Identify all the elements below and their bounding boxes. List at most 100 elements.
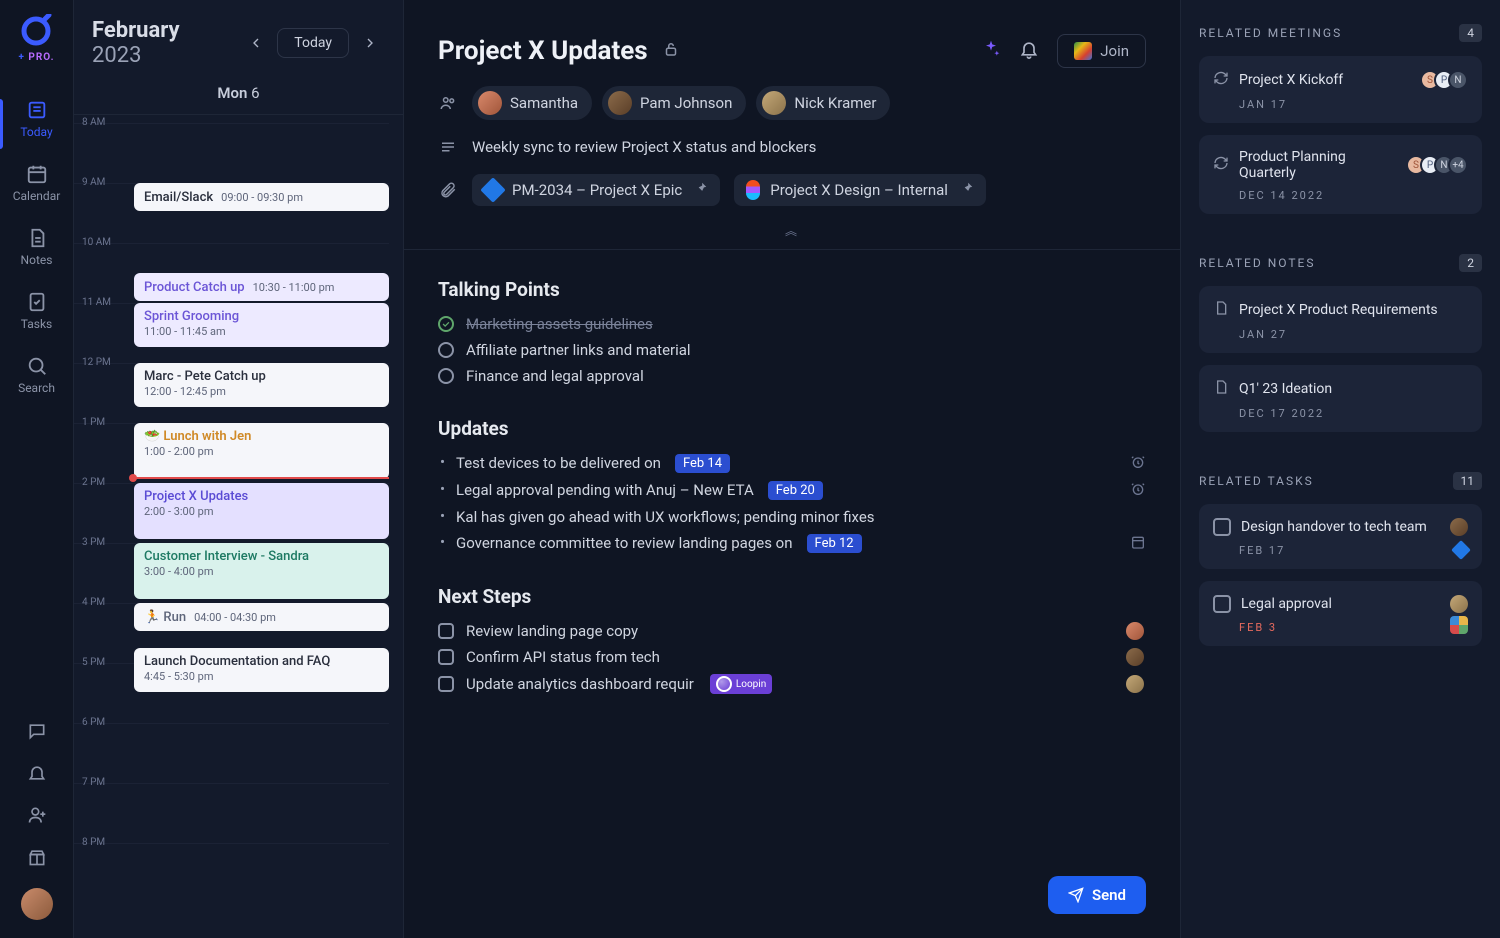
mini-avatar: +4 <box>1448 155 1468 175</box>
calendar-event[interactable]: Marc - Pete Catch up12:00 - 12:45 pm <box>134 363 389 407</box>
hour-label: 4 PM <box>82 597 105 608</box>
search-icon <box>26 355 48 377</box>
prev-day-button[interactable] <box>241 28 271 58</box>
invite-icon[interactable] <box>26 804 48 826</box>
sidebar-item-today[interactable]: Today <box>0 87 74 151</box>
hour-label: 7 PM <box>82 777 105 788</box>
description-icon <box>438 138 458 156</box>
sidebar-item-label: Search <box>18 381 55 395</box>
calendar-event[interactable]: Email/Slack09:00 - 09:30 pm <box>134 183 389 211</box>
now-indicator <box>134 477 389 479</box>
hour-label: 6 PM <box>82 717 105 728</box>
jira-icon <box>480 177 505 202</box>
task-checkbox[interactable] <box>438 649 454 665</box>
pin-icon[interactable] <box>960 181 974 199</box>
today-button[interactable]: Today <box>277 28 349 58</box>
gift-icon[interactable] <box>26 846 48 868</box>
hour-label: 3 PM <box>82 537 105 548</box>
next-day-button[interactable] <box>355 28 385 58</box>
next-step-item: Update analytics dashboard requirLoopin <box>438 670 1146 698</box>
calendar-event[interactable]: Customer Interview - Sandra3:00 - 4:00 p… <box>134 543 389 599</box>
assignee-avatar[interactable] <box>1126 622 1144 640</box>
sidebar-item-label: Today <box>20 125 52 139</box>
today-icon <box>26 99 48 121</box>
avatar <box>478 91 502 115</box>
hour-label: 11 AM <box>82 297 111 308</box>
related-note-card[interactable]: Project X Product RequirementsJAN 27 <box>1199 286 1482 353</box>
next-step-item: Confirm API status from tech <box>438 644 1146 670</box>
sidebar: + PRO. Today Calendar Notes Tasks Search <box>0 0 74 938</box>
related-tasks-header: RELATED TASKS11 <box>1199 472 1482 490</box>
hour-label: 2 PM <box>82 477 105 488</box>
attachment-chip[interactable]: Project X Design – Internal <box>734 174 986 206</box>
sidebar-item-search[interactable]: Search <box>0 343 74 407</box>
reminder-icon[interactable] <box>1130 454 1146 474</box>
reminder-icon[interactable] <box>1130 481 1146 501</box>
mini-avatar: N <box>1448 70 1468 90</box>
sidebar-item-notes[interactable]: Notes <box>0 215 74 279</box>
send-button[interactable]: Send <box>1048 876 1146 914</box>
figma-icon <box>746 180 760 200</box>
calendar-event[interactable]: Project X Updates2:00 - 3:00 pm <box>134 483 389 539</box>
document-title: Project X Updates <box>438 36 648 66</box>
section-talking-points: Talking Points <box>438 278 1146 301</box>
calendar-event[interactable]: Product Catch up10:30 - 11:00 pm <box>134 273 389 301</box>
attendee-chip[interactable]: Samantha <box>472 86 592 120</box>
calendar-event[interactable]: Launch Documentation and FAQ4:45 - 5:30 … <box>134 648 389 692</box>
schedule-icon[interactable] <box>1130 534 1146 554</box>
slack-icon <box>1450 616 1468 634</box>
talking-point-item: Marketing assets guidelines <box>438 311 1146 337</box>
task-checkbox[interactable] <box>1213 595 1231 613</box>
sidebar-item-calendar[interactable]: Calendar <box>0 151 74 215</box>
hour-label: 10 AM <box>82 237 111 248</box>
attachment-chip[interactable]: PM-2034 – Project X Epic <box>472 174 720 206</box>
next-step-item: Review landing page copy <box>438 618 1146 644</box>
related-task-card[interactable]: Design handover to tech teamFEB 17 <box>1199 504 1482 569</box>
talking-point-item: Finance and legal approval <box>438 363 1146 389</box>
calendar-event[interactable]: Sprint Grooming11:00 - 11:45 am <box>134 303 389 347</box>
task-checkbox[interactable] <box>438 623 454 639</box>
date-chip[interactable]: Feb 12 <box>807 534 862 553</box>
attendee-chip[interactable]: Nick Kramer <box>756 86 890 120</box>
pin-icon[interactable] <box>694 181 708 199</box>
logo[interactable]: + PRO. <box>18 14 54 63</box>
related-note-card[interactable]: Q1' 23 IdeationDEC 17 2022 <box>1199 365 1482 432</box>
assignee-avatar[interactable] <box>1126 675 1144 693</box>
chat-icon[interactable] <box>26 720 48 742</box>
calendar-body[interactable]: 8 AM9 AM10 AM11 AM12 PM1 PM2 PM3 PM4 PM5… <box>74 115 403 938</box>
me-avatar[interactable] <box>21 888 53 920</box>
sidebar-item-tasks[interactable]: Tasks <box>0 279 74 343</box>
assignee-avatar[interactable] <box>1126 648 1144 666</box>
bell-icon[interactable] <box>26 762 48 784</box>
related-meeting-card[interactable]: Project X KickoffSPNJAN 17 <box>1199 56 1482 123</box>
talking-point-checkbox[interactable] <box>438 368 454 384</box>
hour-label: 8 PM <box>82 837 105 848</box>
assignee-avatar <box>1450 518 1468 536</box>
note-icon <box>1213 379 1229 399</box>
hour-label: 5 PM <box>82 657 105 668</box>
task-checkbox[interactable] <box>438 676 454 692</box>
avatar <box>608 91 632 115</box>
update-item: Test devices to be delivered onFeb 14 <box>438 450 1146 477</box>
lock-icon[interactable] <box>662 40 680 62</box>
talking-point-checkbox[interactable] <box>438 342 454 358</box>
attendee-chip[interactable]: Pam Johnson <box>602 86 746 120</box>
sidebar-item-label: Notes <box>21 253 53 267</box>
calendar-event[interactable]: 🏃 Run04:00 - 04:30 pm <box>134 603 389 631</box>
task-checkbox[interactable] <box>1213 518 1231 536</box>
calendar-event[interactable]: 🥗 Lunch with Jen1:00 - 2:00 pm <box>134 423 389 479</box>
related-notes-header: RELATED NOTES2 <box>1199 254 1482 272</box>
related-panel: RELATED MEETINGS4 Project X KickoffSPNJA… <box>1180 0 1500 938</box>
date-chip[interactable]: Feb 20 <box>768 481 823 500</box>
join-meeting-button[interactable]: Join <box>1057 34 1146 68</box>
ai-sparkle-icon[interactable] <box>981 39 1001 63</box>
talking-point-checkbox[interactable] <box>438 316 454 332</box>
date-chip[interactable]: Feb 14 <box>675 454 730 473</box>
related-task-card[interactable]: Legal approvalFEB 3 <box>1199 581 1482 646</box>
loopin-tag[interactable]: Loopin <box>710 674 772 694</box>
related-meeting-card[interactable]: Product Planning QuarterlySPN+4DEC 14 20… <box>1199 135 1482 214</box>
collapse-header-button[interactable]: ︽ <box>438 222 1146 239</box>
update-item: Kal has given go ahead with UX workflows… <box>438 504 1146 530</box>
notifications-icon[interactable] <box>1019 39 1039 63</box>
hour-label: 9 AM <box>82 177 105 188</box>
